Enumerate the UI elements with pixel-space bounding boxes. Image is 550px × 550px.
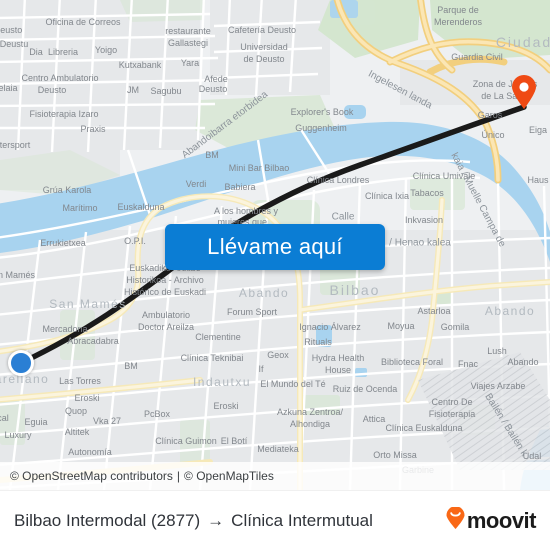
openmaptiles-attribution[interactable]: © OpenMapTiles <box>184 469 274 483</box>
moovit-wordmark: moovit <box>466 507 537 533</box>
footer-bar: Bilbao Intermodal (2877) → Clínica Inter… <box>0 490 550 550</box>
route-title: Bilbao Intermodal (2877) → Clínica Inter… <box>14 511 373 531</box>
map-attribution: © OpenStreetMap contributors | © OpenMap… <box>0 462 550 490</box>
osm-attribution[interactable]: © OpenStreetMap contributors <box>10 469 173 483</box>
attribution-separator: | <box>176 469 181 483</box>
route-destination: Clínica Intermutual <box>231 510 373 530</box>
map-canvas[interactable]: DeustuDeustoOficina de Correosrestaurant… <box>0 0 550 490</box>
origin-marker[interactable] <box>8 350 34 376</box>
moovit-map-screen: DeustuDeustoOficina de Correosrestaurant… <box>0 0 550 550</box>
moovit-logo[interactable]: moovit <box>446 506 537 534</box>
moovit-pin-icon <box>446 506 465 534</box>
route-origin: Bilbao Intermodal (2877) <box>14 510 201 530</box>
take-me-here-button[interactable]: Llévame aquí <box>165 224 385 270</box>
arrow-icon: → <box>207 510 225 530</box>
